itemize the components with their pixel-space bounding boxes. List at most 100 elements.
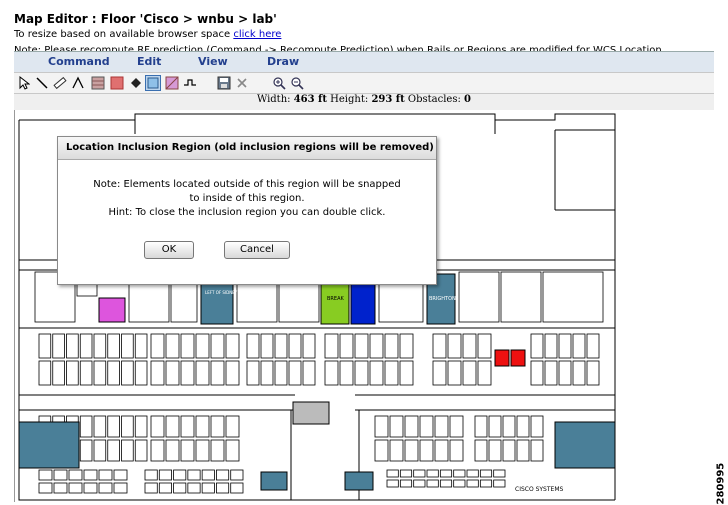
cubicle bbox=[121, 360, 134, 386]
cubicle bbox=[434, 415, 449, 438]
cubicle bbox=[404, 415, 419, 438]
cubicle bbox=[195, 439, 210, 462]
cubicle bbox=[474, 415, 488, 438]
save-icon[interactable] bbox=[216, 75, 232, 91]
cubicle bbox=[79, 360, 93, 386]
cubicle bbox=[225, 333, 240, 359]
resize-hint-text: To resize based on available browser spa… bbox=[14, 29, 234, 40]
cubicle bbox=[93, 415, 107, 438]
cubicle bbox=[150, 439, 165, 462]
cubicle bbox=[210, 439, 225, 462]
room-magenta bbox=[98, 297, 126, 323]
cubicle bbox=[93, 360, 107, 386]
cubicle bbox=[144, 469, 158, 481]
resize-link[interactable]: click here bbox=[233, 29, 281, 40]
select-arrow-icon[interactable] bbox=[16, 75, 32, 91]
menu-edit[interactable]: Edit bbox=[137, 55, 161, 68]
cubicle bbox=[195, 333, 210, 359]
menu-draw[interactable]: Draw bbox=[267, 55, 299, 68]
cubicle bbox=[134, 415, 148, 438]
cubicle bbox=[302, 360, 316, 386]
exclusion-region-icon[interactable] bbox=[164, 75, 180, 91]
cubicle bbox=[530, 360, 544, 386]
cubicle bbox=[516, 439, 530, 462]
menu-view[interactable]: View bbox=[198, 55, 228, 68]
cubicle bbox=[79, 439, 93, 462]
cubicle bbox=[107, 360, 120, 386]
cubicle bbox=[493, 469, 506, 478]
cubicle bbox=[187, 469, 201, 481]
cubicle bbox=[449, 415, 464, 438]
cubicle bbox=[439, 479, 453, 488]
room-teal-4 bbox=[554, 421, 616, 469]
ruler-icon[interactable] bbox=[52, 75, 68, 91]
cubicle bbox=[274, 360, 288, 386]
cubicle bbox=[354, 333, 369, 359]
cubicle bbox=[113, 482, 128, 494]
inclusion-region-icon[interactable] bbox=[145, 75, 161, 91]
resize-hint: To resize based on available browser spa… bbox=[14, 29, 281, 40]
cubicle bbox=[453, 469, 466, 478]
rail-icon[interactable] bbox=[182, 75, 198, 91]
cubicle bbox=[93, 333, 107, 359]
cubicle bbox=[488, 415, 502, 438]
cubicle bbox=[150, 415, 165, 438]
cubicle bbox=[165, 415, 180, 438]
cubicle bbox=[324, 360, 339, 386]
obstacles-label: Obstacles: bbox=[407, 94, 461, 105]
height-label: Height: bbox=[330, 94, 369, 105]
dialog-note-line-2: to inside of this region. bbox=[189, 193, 305, 204]
cubicle bbox=[339, 360, 354, 386]
cubicle bbox=[93, 439, 107, 462]
cubicle bbox=[447, 333, 462, 359]
menu-bar: Command Edit View Draw bbox=[14, 51, 714, 72]
wall-pattern-icon[interactable] bbox=[90, 75, 106, 91]
delete-icon[interactable] bbox=[234, 75, 250, 91]
cubicle bbox=[462, 360, 477, 386]
room-teal-5 bbox=[260, 471, 288, 491]
cubicle bbox=[121, 333, 134, 359]
zoom-out-icon[interactable] bbox=[289, 75, 305, 91]
menu-command[interactable]: Command bbox=[48, 55, 110, 68]
office-room bbox=[500, 271, 542, 323]
perimeter-icon[interactable] bbox=[70, 75, 86, 91]
cubicle bbox=[399, 333, 414, 359]
cubicle bbox=[389, 439, 404, 462]
label-break: BREAK bbox=[327, 296, 344, 302]
diamond-icon[interactable] bbox=[128, 75, 144, 91]
coverage-area-icon[interactable] bbox=[109, 75, 125, 91]
cubicle bbox=[225, 439, 240, 462]
cubicle bbox=[66, 333, 79, 359]
cubicle bbox=[399, 469, 413, 478]
cubicle bbox=[246, 360, 260, 386]
cubicle bbox=[432, 360, 447, 386]
cubicle bbox=[502, 439, 516, 462]
cubicle bbox=[453, 479, 466, 488]
stairwell bbox=[292, 401, 330, 425]
figure-id-text: 280995 bbox=[715, 462, 727, 505]
page-title: Map Editor : Floor 'Cisco > wnbu > lab' bbox=[14, 12, 277, 26]
zoom-in-icon[interactable] bbox=[271, 75, 287, 91]
cubicle bbox=[216, 482, 230, 494]
label-cisco-systems: CISCO SYSTEMS bbox=[515, 486, 564, 493]
cubicle bbox=[419, 439, 434, 462]
cubicle bbox=[53, 482, 68, 494]
line-icon[interactable] bbox=[34, 75, 50, 91]
ok-button[interactable]: OK bbox=[144, 241, 194, 259]
cubicle bbox=[83, 469, 98, 481]
cubicle bbox=[180, 415, 195, 438]
cubicle bbox=[83, 482, 98, 494]
cubicle bbox=[374, 415, 389, 438]
obstacles-value: 0 bbox=[464, 94, 471, 105]
cancel-button[interactable]: Cancel bbox=[224, 241, 290, 259]
label-left-of-sidney: LEFT OF SIDNEY bbox=[205, 290, 238, 295]
cubicle bbox=[530, 415, 544, 438]
cubicle bbox=[586, 333, 600, 359]
recompute-note: Note: Please recompute RF prediction (Co… bbox=[14, 45, 662, 51]
office-room bbox=[458, 271, 500, 323]
cubicle bbox=[113, 469, 128, 481]
toolbar bbox=[14, 72, 714, 94]
dialog-hint: Hint: To close the inclusion region you … bbox=[108, 207, 386, 218]
cubicle bbox=[302, 333, 316, 359]
cubicle bbox=[66, 360, 79, 386]
